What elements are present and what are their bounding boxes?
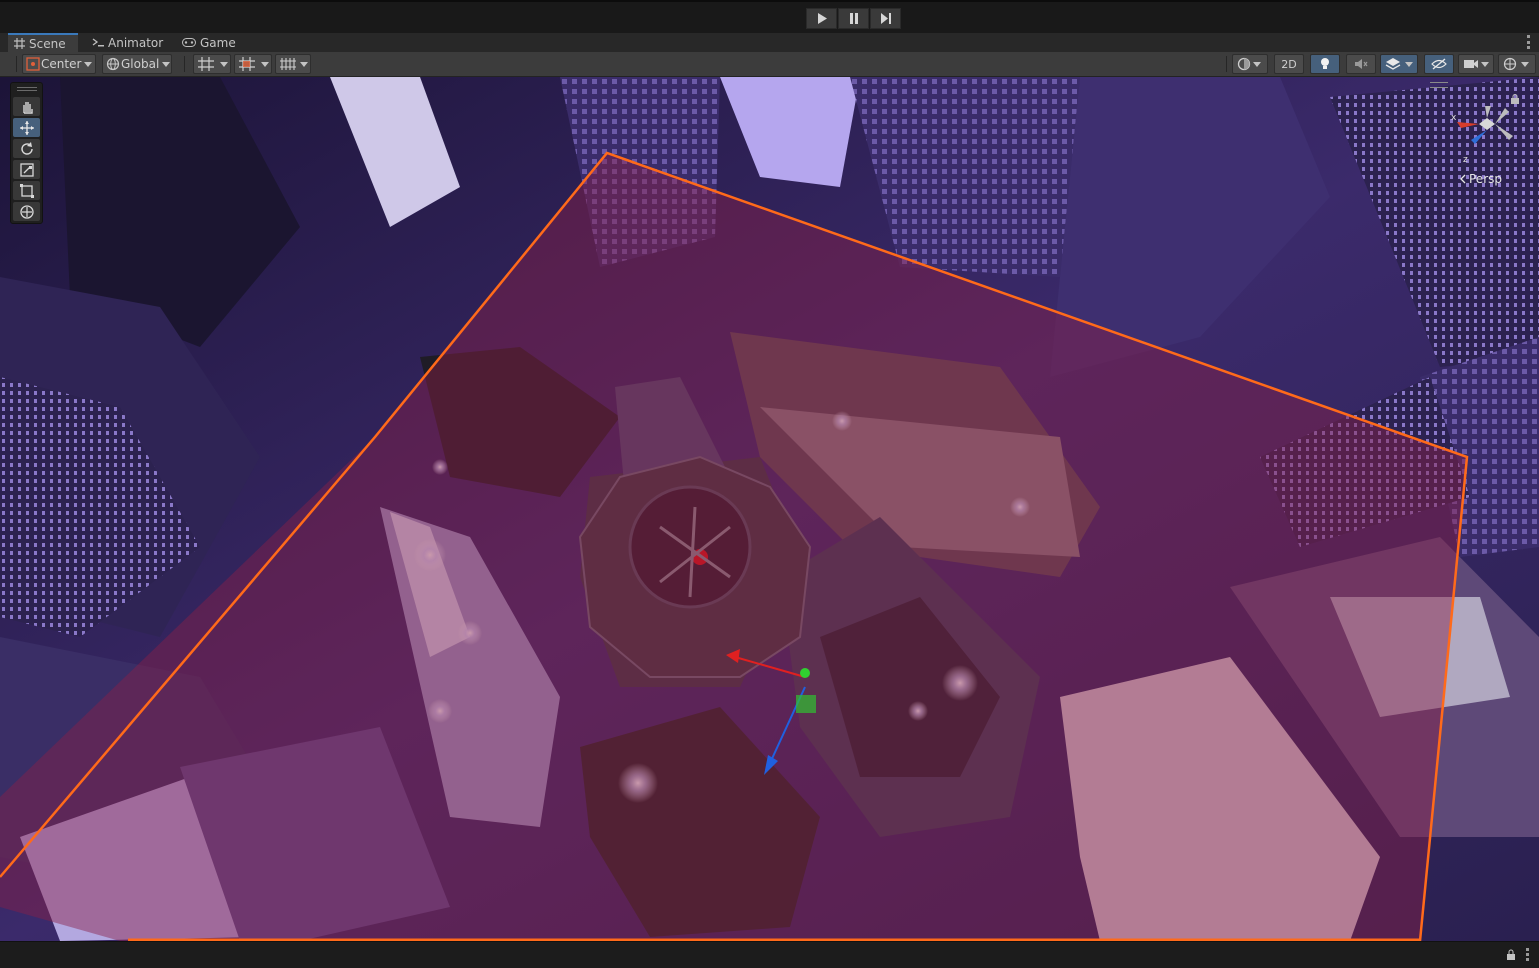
pause-button[interactable]	[838, 8, 869, 29]
toolbar-divider	[1226, 56, 1227, 72]
draw-mode-dropdown[interactable]	[1232, 54, 1268, 74]
tab-options-icon[interactable]	[1527, 35, 1531, 49]
chevron-down-icon	[1481, 61, 1489, 67]
tab-animator[interactable]: Animator	[86, 33, 169, 52]
chevron-down-icon	[1405, 61, 1413, 67]
projection-toggle[interactable]: Persp	[1459, 172, 1502, 186]
editor-tab-bar: Scene Animator Game	[0, 33, 1539, 53]
toggle-2d-label: 2D	[1281, 57, 1297, 71]
gizmo-sphere-icon	[1503, 57, 1517, 71]
pivot-mode-label: Center	[41, 57, 82, 71]
scene-render	[0, 77, 1539, 941]
projection-label: Persp	[1469, 172, 1502, 186]
layers-effects-icon	[1385, 58, 1401, 70]
play-icon	[817, 13, 827, 24]
tab-game[interactable]: Game	[176, 33, 242, 52]
grid-plane-icon	[280, 58, 296, 70]
editor-status-bar	[0, 941, 1539, 968]
scene-toolbar: Center Global 2D	[0, 52, 1539, 77]
speaker-muted-icon	[1355, 59, 1368, 69]
step-button[interactable]	[870, 8, 901, 29]
transform-tool-button[interactable]	[13, 202, 40, 221]
chevron-down-icon	[300, 61, 308, 67]
lighting-toggle-button[interactable]	[1310, 54, 1340, 74]
play-mode-bar	[0, 0, 1539, 33]
toolbar-divider	[184, 56, 185, 72]
transform-combined-icon	[19, 204, 34, 219]
pause-icon	[849, 13, 858, 24]
chevron-down-icon	[1521, 61, 1529, 67]
lock-icon[interactable]	[1506, 949, 1516, 960]
move-arrows-icon	[19, 120, 34, 135]
rotate-tool-button[interactable]	[13, 139, 40, 158]
chevron-down-icon	[261, 61, 269, 67]
chevron-down-icon	[1253, 61, 1261, 67]
play-controls	[806, 8, 901, 29]
rect-tool-button[interactable]	[13, 181, 40, 200]
play-button[interactable]	[806, 8, 837, 29]
step-icon	[880, 13, 891, 24]
increment-snap-dropdown[interactable]	[234, 54, 272, 74]
chevron-down-icon	[162, 61, 171, 67]
scale-tool-button[interactable]	[13, 160, 40, 179]
grid-snap-icon	[198, 57, 214, 71]
status-options-icon[interactable]	[1526, 948, 1529, 961]
hand-icon	[22, 101, 33, 114]
pivot-mode-dropdown[interactable]: Center	[22, 54, 96, 74]
effects-dropdown[interactable]	[1380, 54, 1418, 74]
globe-icon	[106, 57, 120, 71]
space-mode-dropdown[interactable]: Global	[102, 54, 172, 74]
camera-settings-dropdown[interactable]	[1458, 54, 1494, 74]
move-tool-button[interactable]	[13, 118, 40, 137]
hidden-objects-toggle[interactable]	[1424, 54, 1454, 74]
gamepad-icon	[182, 38, 196, 47]
grid-snap-dropdown[interactable]	[193, 54, 231, 74]
toggle-2d-button[interactable]: 2D	[1274, 54, 1304, 74]
animator-icon	[92, 38, 104, 47]
rotate-icon	[20, 141, 33, 155]
tab-scene-label: Scene	[29, 36, 66, 51]
space-mode-label: Global	[121, 57, 160, 71]
tab-scene[interactable]: Scene	[8, 33, 78, 52]
shaded-sphere-icon	[1237, 57, 1251, 71]
rect-transform-icon	[19, 183, 34, 198]
audio-toggle-button[interactable]	[1346, 54, 1376, 74]
chevron-down-icon	[84, 61, 93, 67]
scene-viewport[interactable]	[0, 77, 1539, 941]
palette-grip[interactable]	[17, 87, 37, 91]
camera-icon	[1464, 60, 1478, 68]
pivot-center-icon	[26, 57, 40, 71]
chevron-left-icon	[1460, 174, 1466, 184]
hash-grid-icon	[14, 38, 25, 49]
grid-visibility-dropdown[interactable]	[275, 54, 311, 74]
axis-x-label: x	[1451, 113, 1457, 123]
increment-snap-icon	[239, 57, 255, 71]
transform-tools-palette	[10, 82, 43, 224]
scale-icon	[19, 162, 34, 177]
eye-slash-icon	[1431, 58, 1447, 70]
view-tool-button[interactable]	[13, 97, 40, 116]
axis-z-label: z	[1463, 155, 1468, 165]
toolbar-divider	[16, 56, 17, 72]
tab-game-label: Game	[200, 35, 236, 50]
light-bulb-icon	[1321, 58, 1329, 69]
axis-gizmo-icon: x z	[1451, 106, 1513, 165]
gizmo-options-icon[interactable]	[1430, 82, 1448, 88]
chevron-down-icon	[220, 61, 228, 67]
gizmos-dropdown[interactable]	[1498, 54, 1536, 74]
tab-animator-label: Animator	[108, 35, 164, 50]
